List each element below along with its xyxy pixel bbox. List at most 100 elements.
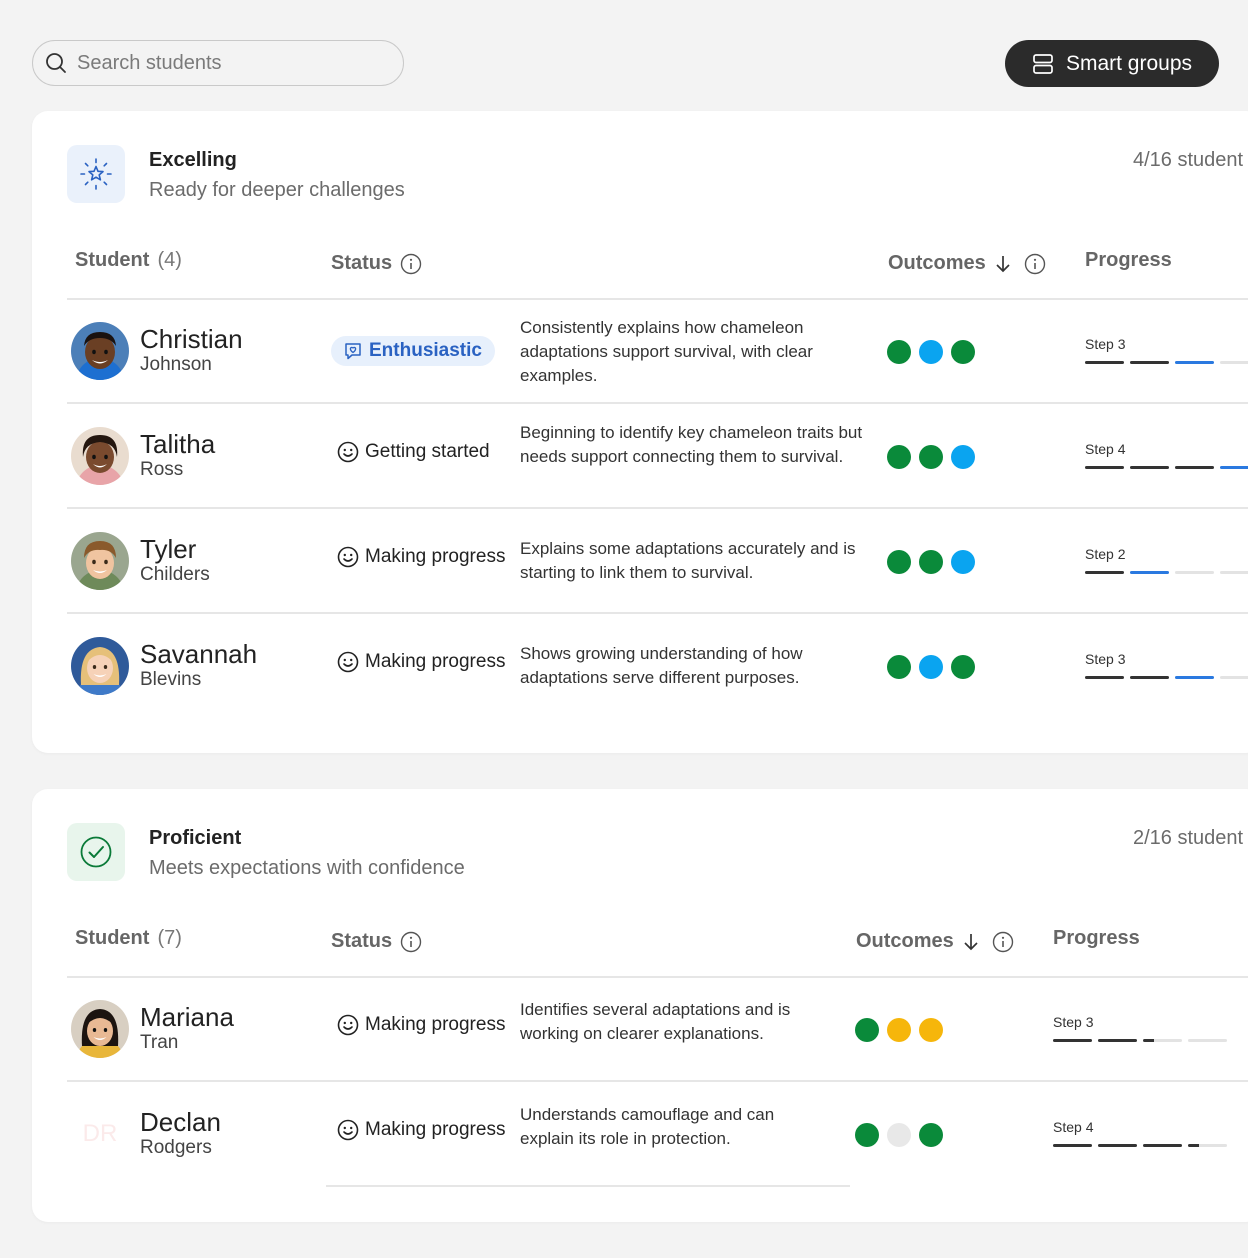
- table-row[interactable]: Talitha Ross Getting started Beginning t…: [67, 405, 1248, 509]
- student-column-header[interactable]: Student (7): [75, 927, 182, 950]
- outcome-dot: [919, 445, 943, 469]
- student-header-label: Student: [75, 927, 150, 949]
- outcome-dot: [855, 1123, 879, 1147]
- outcome-dot: [887, 1123, 911, 1147]
- status-header-label: Status: [331, 930, 393, 952]
- progress-segment: [1175, 676, 1214, 679]
- info-icon[interactable]: [1024, 253, 1046, 275]
- progress-step: Step 3: [1053, 1014, 1094, 1030]
- student-count: (4): [157, 249, 182, 271]
- student-first-name[interactable]: Christian: [140, 324, 243, 355]
- student-description: Explains some adaptations accurately and…: [520, 539, 856, 582]
- outcome-dots: [887, 445, 975, 469]
- avatar: [71, 532, 129, 590]
- status-column-header[interactable]: Status: [331, 252, 422, 275]
- status-badge: Making progress: [337, 1014, 505, 1036]
- group-title: Excelling: [149, 149, 237, 171]
- progress-segment: [1175, 571, 1214, 574]
- outcomes-column-header[interactable]: Outcomes: [888, 252, 1046, 275]
- outcome-dot: [919, 655, 943, 679]
- progress-bar: [1053, 1039, 1227, 1042]
- outcome-dots: [855, 1123, 943, 1147]
- outcome-dot: [887, 1018, 911, 1042]
- group-title: Proficient: [149, 827, 242, 849]
- row-divider: [67, 507, 1248, 509]
- student-last-name: Childers: [140, 564, 210, 585]
- student-description: Identifies several adaptations and is wo…: [520, 1000, 791, 1043]
- smiley-icon: [337, 1119, 359, 1141]
- row-divider: [326, 1185, 850, 1187]
- table-row[interactable]: Tyler Childers Making progress Explains …: [67, 510, 1248, 614]
- student-description: Beginning to identify key chameleon trai…: [520, 423, 863, 466]
- avatar: [71, 322, 129, 380]
- smiley-icon: [337, 441, 359, 463]
- status-label: Making progress: [365, 1119, 506, 1140]
- progress-segment: [1143, 1144, 1182, 1147]
- student-first-name[interactable]: Declan: [140, 1107, 221, 1138]
- progress-segment: [1085, 571, 1124, 574]
- sort-down-icon[interactable]: [994, 254, 1012, 274]
- progress-segment: [1098, 1144, 1137, 1147]
- outcome-dot: [951, 445, 975, 469]
- progress-segment: [1085, 466, 1124, 469]
- status-header-label: Status: [331, 252, 393, 274]
- group-subtitle: Ready for deeper challenges: [149, 179, 405, 201]
- outcomes-column-header[interactable]: Outcomes: [856, 930, 1014, 953]
- outcome-dot: [887, 550, 911, 574]
- table-row[interactable]: Mariana Tran Making progress Identifies …: [67, 978, 1248, 1082]
- student-first-name[interactable]: Savannah: [140, 639, 257, 670]
- smart-groups-button[interactable]: Smart groups: [1005, 40, 1219, 87]
- progress-step: Step 3: [1085, 336, 1126, 352]
- check-circle-icon: [67, 823, 125, 881]
- search-input[interactable]: [75, 50, 379, 76]
- info-icon[interactable]: [400, 253, 422, 275]
- outcome-dot: [919, 1123, 943, 1147]
- status-label: Getting started: [365, 441, 490, 462]
- search-bar[interactable]: [32, 40, 404, 86]
- smiley-icon: [337, 546, 359, 568]
- progress-bar: [1085, 571, 1248, 574]
- status-badge: Getting started: [337, 441, 490, 463]
- student-count: (7): [157, 927, 182, 949]
- progress-step: Step 4: [1085, 441, 1126, 457]
- progress-header-label: Progress: [1085, 249, 1172, 271]
- progress-segment: [1175, 361, 1214, 364]
- outcome-dot: [951, 340, 975, 364]
- progress-segment: [1220, 571, 1248, 574]
- outcome-dot: [887, 655, 911, 679]
- student-first-name[interactable]: Talitha: [140, 429, 215, 460]
- progress-bar: [1085, 361, 1248, 364]
- outcomes-header-label: Outcomes: [888, 252, 986, 274]
- table-row[interactable]: Savannah Blevins Making progress Shows g…: [67, 615, 1248, 719]
- progress-step: Step 2: [1085, 546, 1126, 562]
- progress-segment: [1053, 1144, 1092, 1147]
- progress-segment: [1220, 676, 1248, 679]
- row-divider: [67, 612, 1248, 614]
- status-badge: Making progress: [337, 546, 505, 568]
- student-header-label: Student: [75, 249, 150, 271]
- outcome-dot: [887, 340, 911, 364]
- row-divider: [67, 402, 1248, 404]
- progress-segment: [1188, 1039, 1227, 1042]
- search-icon: [45, 52, 67, 74]
- avatar: [71, 637, 129, 695]
- outcome-dot: [951, 655, 975, 679]
- info-icon[interactable]: [400, 931, 422, 953]
- table-row[interactable]: Christian Johnson Enthusiastic Consisten…: [67, 300, 1248, 404]
- star-sparkle-icon: [67, 145, 125, 203]
- outcome-dot: [919, 1018, 943, 1042]
- student-first-name[interactable]: Tyler: [140, 534, 196, 565]
- progress-column-header: Progress: [1085, 249, 1172, 272]
- info-icon[interactable]: [992, 931, 1014, 953]
- progress-segment: [1130, 571, 1169, 574]
- outcome-dots: [887, 340, 975, 364]
- progress-segment: [1175, 466, 1214, 469]
- student-first-name[interactable]: Mariana: [140, 1002, 234, 1033]
- table-row[interactable]: DR Declan Rodgers Making progress Unders…: [67, 1083, 1248, 1187]
- outcome-dot: [887, 445, 911, 469]
- sort-down-icon[interactable]: [962, 932, 980, 952]
- status-badge: Enthusiastic: [331, 336, 495, 366]
- status-column-header[interactable]: Status: [331, 930, 422, 953]
- student-column-header[interactable]: Student (4): [75, 249, 182, 272]
- student-last-name: Tran: [140, 1032, 179, 1053]
